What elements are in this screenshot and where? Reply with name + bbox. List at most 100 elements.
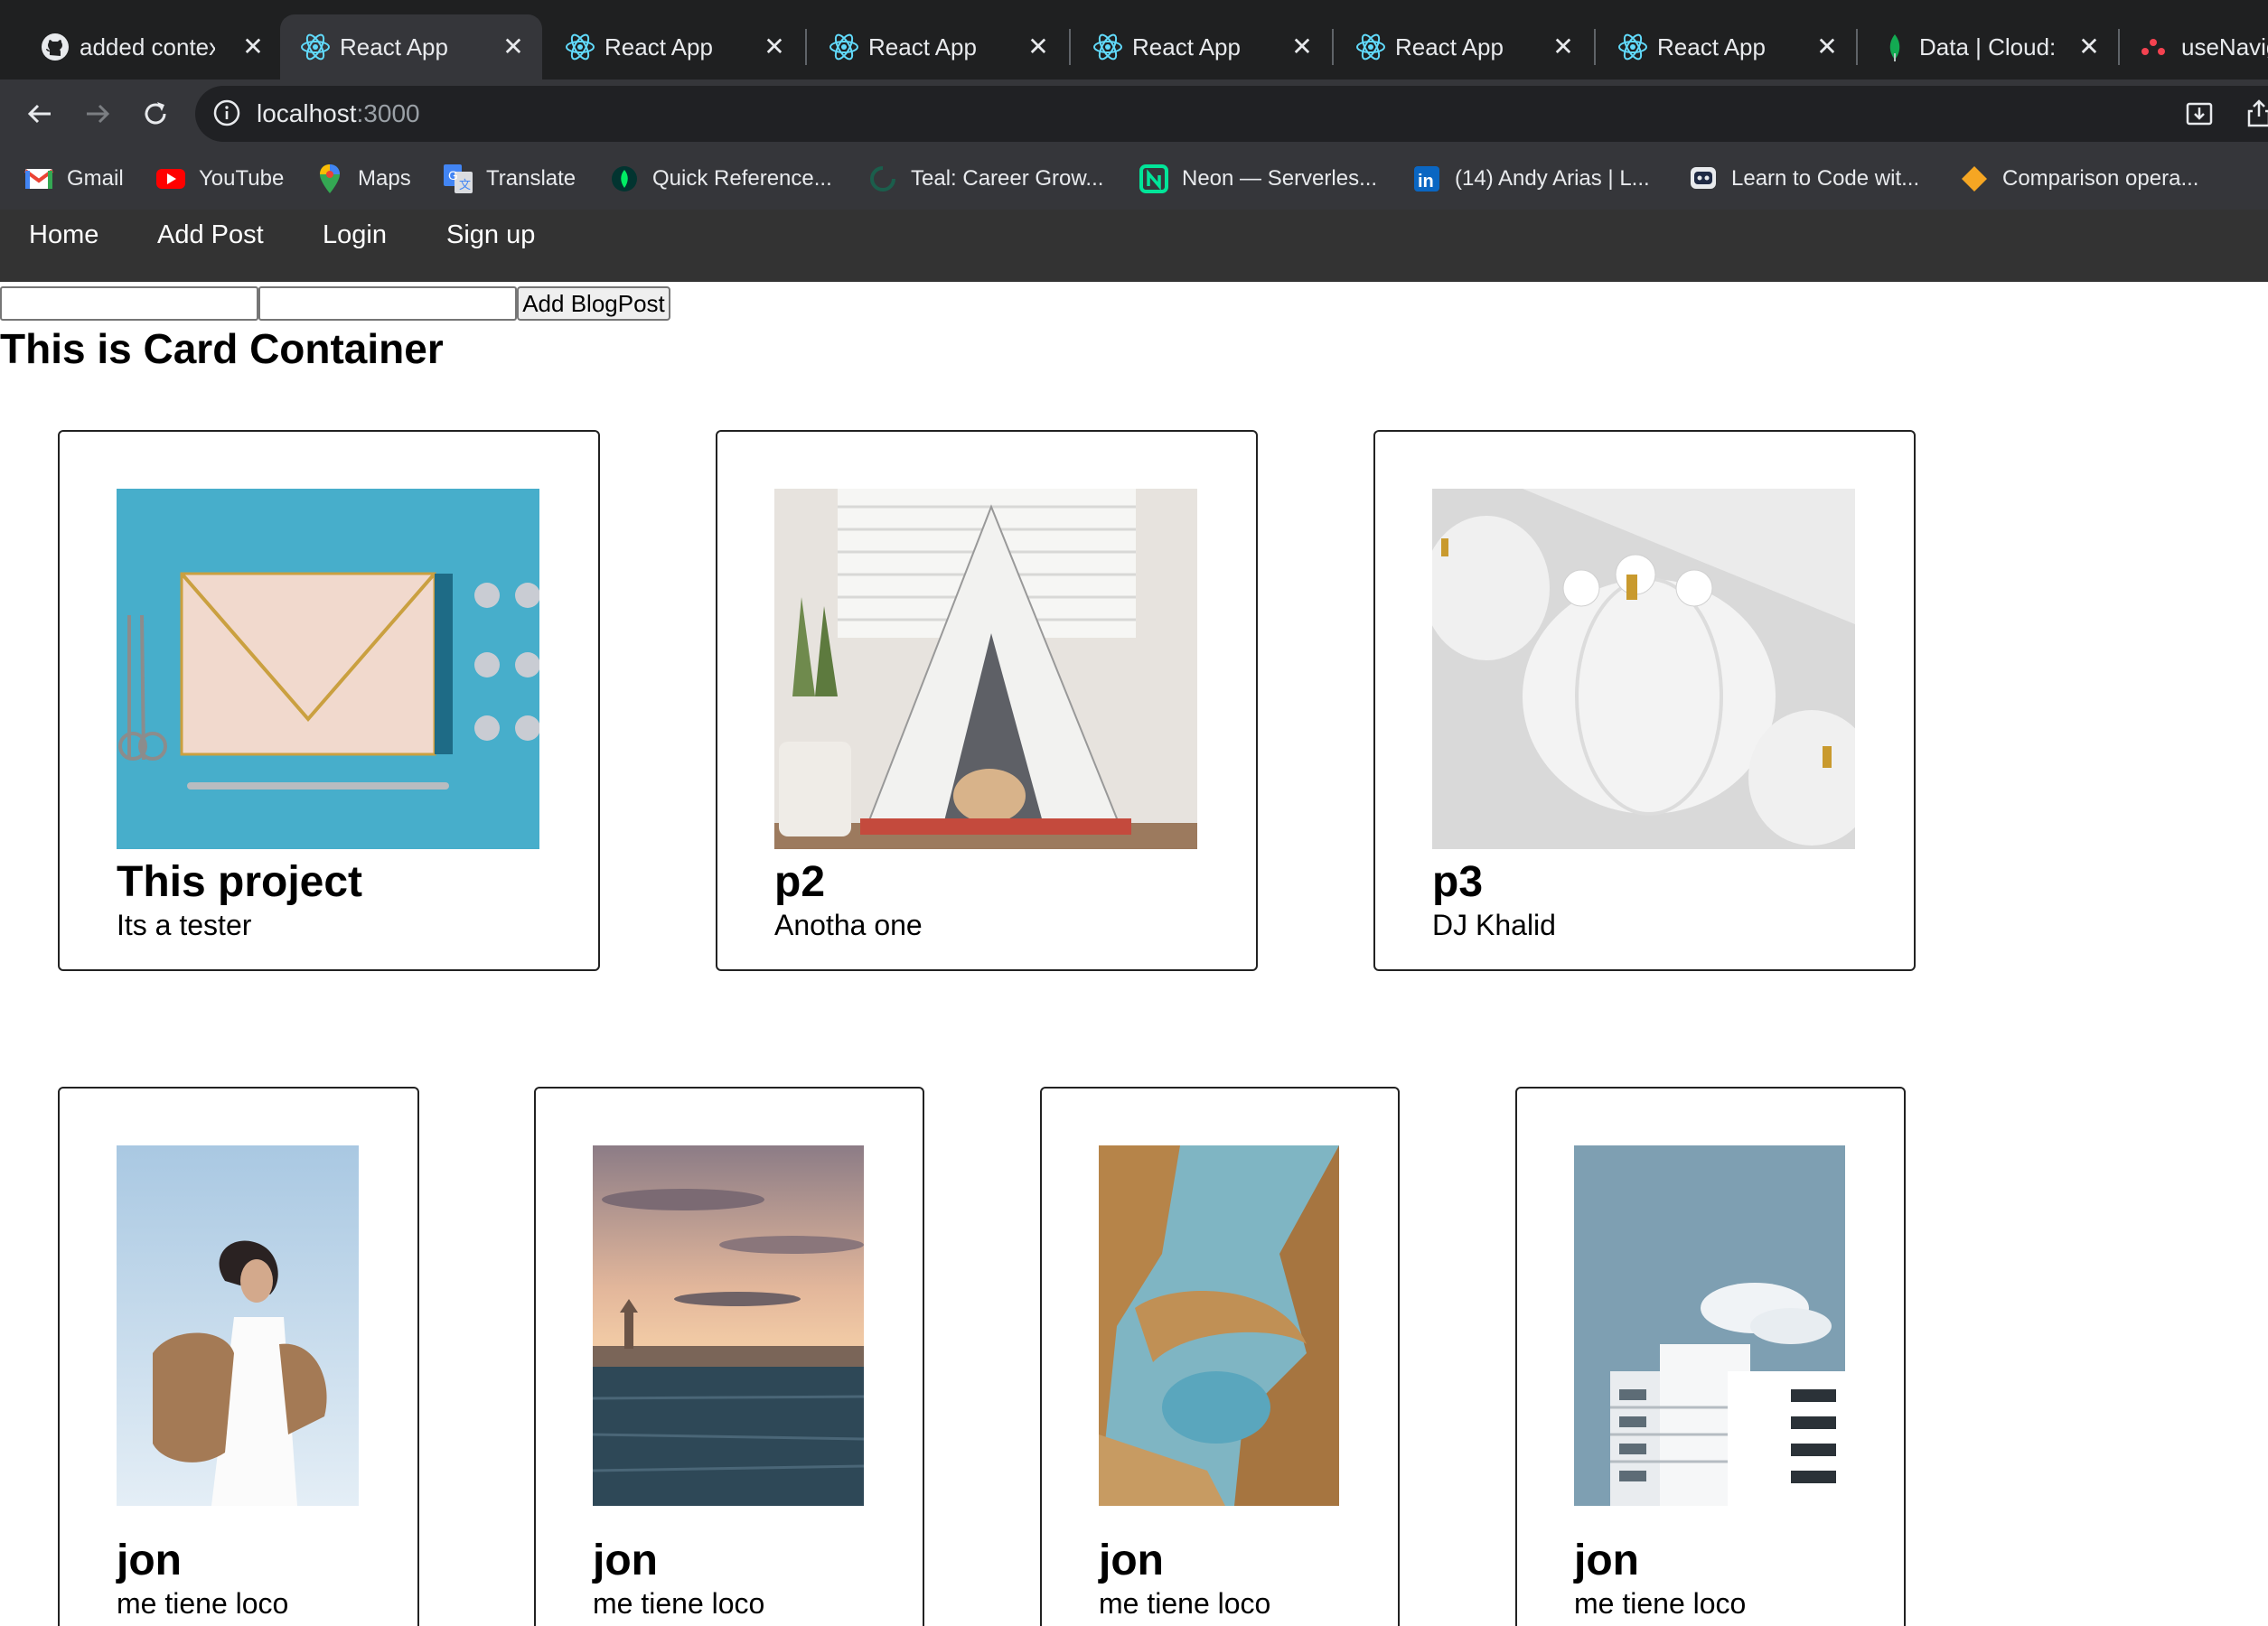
bookmark-teal[interactable]: Teal: Career Grow... bbox=[867, 159, 1103, 199]
forward-button[interactable] bbox=[74, 90, 121, 137]
react-icon bbox=[1355, 32, 1386, 62]
browser-tab[interactable]: Data | Cloud: ✕ bbox=[1860, 14, 2118, 79]
teepee-dog-photo bbox=[774, 489, 1197, 849]
share-icon bbox=[2247, 99, 2268, 127]
forward-arrow-icon bbox=[87, 104, 110, 124]
browser-tab[interactable]: React App ✕ bbox=[1598, 14, 1856, 79]
post-title-input[interactable] bbox=[0, 286, 258, 321]
close-icon[interactable]: ✕ bbox=[758, 31, 791, 63]
nav-home-link[interactable]: Home bbox=[29, 213, 98, 257]
react-router-icon bbox=[2138, 32, 2169, 62]
browser-toolbar: localhost:3000 bbox=[0, 79, 2268, 148]
gmail-icon bbox=[23, 164, 54, 194]
browser-tab-active[interactable]: React App ✕ bbox=[280, 14, 542, 79]
post-card[interactable]: p2 Anotha one bbox=[716, 430, 1258, 971]
close-icon[interactable]: ✕ bbox=[497, 31, 530, 63]
nav-add-post-link[interactable]: Add Post bbox=[157, 213, 264, 257]
tab-title: Data | Cloud: bbox=[1919, 33, 2055, 61]
bookmark-youtube[interactable]: YouTube bbox=[155, 159, 284, 199]
bookmark-learn-to-code[interactable]: Learn to Code wit... bbox=[1688, 159, 1919, 199]
tab-title: added contex bbox=[80, 33, 215, 61]
address-bar[interactable]: localhost:3000 bbox=[195, 86, 2268, 142]
bookmark-quick-reference[interactable]: Quick Reference... bbox=[609, 159, 832, 199]
github-icon bbox=[40, 32, 70, 62]
card-title: jon bbox=[593, 1537, 658, 1584]
tab-title: React App bbox=[868, 33, 977, 61]
youtube-icon bbox=[155, 164, 186, 194]
card-title: This project bbox=[117, 858, 363, 906]
translate-icon: G文 bbox=[443, 164, 473, 194]
install-app-button[interactable] bbox=[2178, 92, 2221, 136]
tab-separator bbox=[805, 29, 807, 65]
nav-signup-link[interactable]: Sign up bbox=[446, 213, 535, 257]
bookmark-label: Quick Reference... bbox=[652, 166, 832, 191]
mongodb-leaf-icon bbox=[609, 164, 640, 194]
tab-title: React App bbox=[340, 33, 448, 61]
browser-tab-bar: added contex ✕ React App ✕ React App ✕ R… bbox=[0, 0, 2268, 79]
close-icon[interactable]: ✕ bbox=[1022, 31, 1054, 63]
bookmark-label: Gmail bbox=[67, 166, 124, 191]
tab-title: React App bbox=[604, 33, 713, 61]
venice-sunset-photo bbox=[593, 1145, 864, 1506]
browser-tab[interactable]: useNavig bbox=[2123, 14, 2268, 79]
reload-icon bbox=[145, 102, 166, 125]
post-card[interactable]: This project Its a tester bbox=[58, 430, 600, 971]
bookmark-comparison[interactable]: Comparison opera... bbox=[1959, 159, 2198, 199]
card-description: me tiene loco bbox=[1099, 1587, 1271, 1620]
browser-tab[interactable]: React App ✕ bbox=[1073, 14, 1331, 79]
bookmark-label: YouTube bbox=[199, 166, 285, 191]
card-title: jon bbox=[1099, 1537, 1164, 1584]
install-icon bbox=[2186, 102, 2213, 126]
tab-title: useNavig bbox=[2181, 33, 2268, 61]
close-icon[interactable]: ✕ bbox=[237, 31, 269, 63]
close-icon[interactable]: ✕ bbox=[1286, 31, 1318, 63]
card-description: DJ Khalid bbox=[1432, 909, 1556, 941]
tab-separator bbox=[2118, 29, 2120, 65]
post-card[interactable]: jon me tiene loco bbox=[1515, 1087, 1906, 1626]
mongodb-leaf-icon bbox=[1879, 32, 1910, 62]
back-button[interactable] bbox=[16, 90, 63, 137]
browser-tab[interactable]: React App ✕ bbox=[1335, 14, 1594, 79]
tab-separator bbox=[1594, 29, 1596, 65]
react-icon bbox=[565, 32, 595, 62]
tab-title: React App bbox=[1395, 33, 1504, 61]
coastal-arch-photo bbox=[1099, 1145, 1339, 1506]
woman-portrait-photo bbox=[117, 1145, 359, 1506]
react-icon bbox=[1617, 32, 1648, 62]
react-icon bbox=[829, 32, 859, 62]
browser-tab[interactable]: React App ✕ bbox=[545, 14, 803, 79]
card-description: Anotha one bbox=[774, 909, 923, 941]
url-port: :3000 bbox=[356, 99, 420, 127]
codecademy-icon bbox=[1688, 164, 1719, 194]
maps-pin-icon bbox=[314, 164, 345, 194]
share-button[interactable] bbox=[2237, 92, 2268, 136]
bookmarks-bar: Gmail YouTube Maps G文 Translate Quick Re… bbox=[0, 148, 2268, 210]
card-title: p2 bbox=[774, 858, 826, 906]
bookmark-neon[interactable]: Neon — Serverles... bbox=[1139, 159, 1377, 199]
add-blogpost-button[interactable]: Add BlogPost bbox=[517, 286, 670, 321]
close-icon[interactable]: ✕ bbox=[2073, 31, 2105, 63]
tab-separator bbox=[1856, 29, 1858, 65]
building-photo bbox=[1574, 1145, 1845, 1506]
close-icon[interactable]: ✕ bbox=[1547, 31, 1579, 63]
post-body-input[interactable] bbox=[258, 286, 517, 321]
bookmark-translate[interactable]: G文 Translate bbox=[443, 159, 576, 199]
url-text[interactable]: localhost:3000 bbox=[257, 98, 420, 130]
browser-tab[interactable]: React App ✕ bbox=[809, 14, 1067, 79]
bookmark-maps[interactable]: Maps bbox=[314, 159, 411, 199]
post-card[interactable]: p3 DJ Khalid bbox=[1373, 430, 1916, 971]
bookmark-linkedin[interactable]: in (14) Andy Arias | L... bbox=[1411, 159, 1650, 199]
close-icon[interactable]: ✕ bbox=[1811, 31, 1843, 63]
post-card[interactable]: jon me tiene loco bbox=[534, 1087, 924, 1626]
post-card[interactable]: jon me tiene loco bbox=[1040, 1087, 1400, 1626]
nav-login-link[interactable]: Login bbox=[323, 213, 387, 257]
post-card[interactable]: jon me tiene loco bbox=[58, 1087, 419, 1626]
site-info-icon[interactable] bbox=[211, 98, 242, 133]
browser-tab[interactable]: added contex ✕ bbox=[20, 14, 275, 79]
bookmark-label: Comparison opera... bbox=[2002, 166, 2199, 191]
card-title: p3 bbox=[1432, 858, 1484, 906]
bookmark-gmail[interactable]: Gmail bbox=[23, 159, 124, 199]
card-description: Its a tester bbox=[117, 909, 252, 941]
card-title: jon bbox=[117, 1537, 182, 1584]
reload-button[interactable] bbox=[132, 90, 179, 137]
